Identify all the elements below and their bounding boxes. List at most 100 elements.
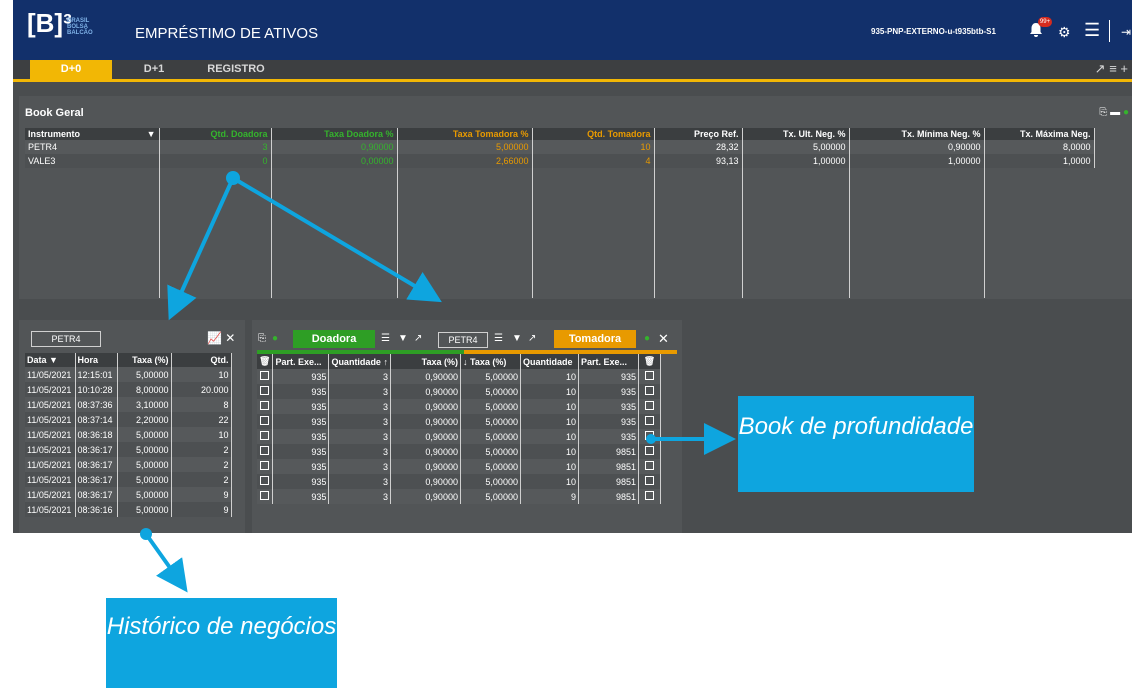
col-hora[interactable]: Hora bbox=[75, 353, 118, 367]
export-icon[interactable]: ⎘ bbox=[1099, 107, 1107, 118]
toggle-icon[interactable]: ● bbox=[272, 333, 278, 344]
row-checkbox[interactable] bbox=[638, 384, 661, 399]
col-taxa[interactable]: Taxa (%) bbox=[117, 353, 172, 367]
table-row[interactable]: 11/05/2021 08:37:14 2,20000 22 bbox=[25, 412, 232, 427]
checkbox-icon[interactable] bbox=[260, 461, 270, 470]
col-tx-max[interactable]: Tx. Máxima Neg. bbox=[984, 128, 1095, 140]
table-row[interactable]: 11/05/2021 12:15:01 5,00000 10 bbox=[25, 367, 232, 382]
checkbox-icon[interactable] bbox=[260, 431, 270, 440]
checkbox-icon[interactable] bbox=[260, 416, 270, 425]
checkbox-icon[interactable] bbox=[260, 491, 270, 500]
col-qtd[interactable]: Qtd. bbox=[171, 353, 232, 367]
row-checkbox[interactable] bbox=[638, 414, 661, 429]
col-instrumento[interactable]: Instrumento ▼ bbox=[25, 128, 160, 140]
add-icon[interactable]: + bbox=[1120, 61, 1128, 76]
filter-icon[interactable]: ▼ bbox=[398, 333, 408, 344]
checkbox-icon[interactable] bbox=[644, 476, 654, 485]
tab-registro[interactable]: REGISTRO bbox=[196, 60, 276, 79]
close-icon[interactable]: ✕ bbox=[225, 331, 235, 345]
chart-icon[interactable]: 📈 bbox=[207, 331, 222, 345]
tomadora-tab[interactable]: Tomadora bbox=[554, 330, 636, 348]
folder-icon[interactable]: ▬ bbox=[1110, 107, 1120, 118]
expand-icon[interactable]: ↗ bbox=[1095, 61, 1106, 76]
table-row[interactable]: 11/05/2021 08:36:16 5,00000 9 bbox=[25, 502, 232, 517]
checkbox-icon[interactable] bbox=[260, 446, 270, 455]
row-checkbox[interactable] bbox=[638, 489, 661, 504]
symbol-field[interactable]: PETR4 bbox=[438, 332, 488, 348]
table-row[interactable]: 935 3 0,90000 5,00000 10 935 bbox=[257, 384, 661, 399]
tab-d0[interactable]: D+0 bbox=[30, 60, 112, 79]
row-checkbox[interactable] bbox=[257, 489, 274, 504]
row-checkbox[interactable] bbox=[638, 399, 661, 414]
doadora-tab[interactable]: Doadora bbox=[293, 330, 375, 348]
checkbox-icon[interactable] bbox=[644, 386, 654, 395]
symbol-field[interactable]: PETR4 bbox=[31, 331, 101, 347]
checkbox-icon[interactable] bbox=[260, 476, 270, 485]
filter-icon[interactable]: ▼ bbox=[49, 355, 58, 365]
row-checkbox[interactable] bbox=[638, 429, 661, 444]
search-list-icon[interactable]: ☰ bbox=[381, 333, 390, 344]
col-part-exe[interactable]: Part. Exe... bbox=[272, 354, 330, 369]
col-qtd-tomadora[interactable]: Qtd. Tomadora bbox=[532, 128, 655, 140]
expand-icon[interactable]: ↗ bbox=[414, 333, 422, 344]
gear-icon[interactable]: ⚙ bbox=[1058, 24, 1071, 41]
search-list-icon[interactable]: ☰ bbox=[494, 333, 503, 344]
filter-icon[interactable]: ▼ bbox=[147, 129, 156, 139]
col-tx-ult[interactable]: Tx. Ult. Neg. % bbox=[742, 128, 850, 140]
row-checkbox[interactable] bbox=[257, 444, 274, 459]
table-row[interactable]: 935 3 0,90000 5,00000 10 9851 bbox=[257, 444, 661, 459]
export-icon[interactable]: ⎘ bbox=[258, 333, 266, 344]
row-checkbox[interactable] bbox=[257, 429, 274, 444]
row-checkbox[interactable] bbox=[257, 399, 274, 414]
row-checkbox[interactable] bbox=[638, 369, 661, 384]
checkbox-icon[interactable] bbox=[644, 416, 654, 425]
checkbox-icon[interactable] bbox=[260, 401, 270, 410]
table-row[interactable]: 935 3 0,90000 5,00000 10 9851 bbox=[257, 474, 661, 489]
col-data[interactable]: Data ▼ bbox=[25, 353, 76, 367]
menu-icon[interactable]: ☰ bbox=[1084, 21, 1100, 39]
table-row[interactable]: 11/05/2021 08:36:17 5,00000 2 bbox=[25, 457, 232, 472]
checkbox-icon[interactable] bbox=[260, 371, 270, 380]
table-row[interactable]: 11/05/2021 08:36:17 5,00000 2 bbox=[25, 472, 232, 487]
toggle-icon[interactable]: ● bbox=[1123, 107, 1129, 118]
col-tx-min[interactable]: Tx. Mínima Neg. % bbox=[849, 128, 985, 140]
table-row[interactable]: 935 3 0,90000 5,00000 10 935 bbox=[257, 414, 661, 429]
col-part-exe-tomadora[interactable]: Part. Exe... bbox=[578, 354, 639, 369]
row-checkbox[interactable] bbox=[257, 384, 274, 399]
table-row[interactable]: 11/05/2021 08:37:36 3,10000 8 bbox=[25, 397, 232, 412]
trash-icon[interactable]: 🗑 bbox=[638, 354, 661, 369]
table-row[interactable]: PETR4 3 0,90000 5,00000 10 28,32 5,00000… bbox=[25, 140, 1095, 154]
table-row[interactable]: 935 3 0,90000 5,00000 10 9851 bbox=[257, 459, 661, 474]
table-row[interactable]: 11/05/2021 10:10:28 8,00000 20.000 bbox=[25, 382, 232, 397]
row-checkbox[interactable] bbox=[257, 474, 274, 489]
trash-icon[interactable]: 🗑 bbox=[257, 354, 274, 369]
table-row[interactable]: 935 3 0,90000 5,00000 10 935 bbox=[257, 429, 661, 444]
expand-icon[interactable]: ↗ bbox=[528, 333, 536, 344]
toggle-icon[interactable]: ● bbox=[644, 333, 650, 344]
checkbox-icon[interactable] bbox=[644, 491, 654, 500]
row-checkbox[interactable] bbox=[257, 414, 274, 429]
col-qtd-doadora[interactable]: Qtd. Doadora bbox=[159, 128, 272, 140]
col-preco-ref[interactable]: Preço Ref. bbox=[654, 128, 743, 140]
checkbox-icon[interactable] bbox=[644, 461, 654, 470]
filter-icon[interactable]: ▼ bbox=[512, 333, 522, 344]
col-quantidade[interactable]: Quantidade ↑ bbox=[328, 354, 391, 369]
tab-d1[interactable]: D+1 bbox=[132, 60, 176, 79]
checkbox-icon[interactable] bbox=[644, 401, 654, 410]
col-quantidade-tomadora[interactable]: Quantidade bbox=[520, 354, 579, 369]
logout-icon[interactable]: ⇥ bbox=[1121, 25, 1131, 39]
checkbox-icon[interactable] bbox=[644, 431, 654, 440]
table-row[interactable]: 11/05/2021 08:36:18 5,00000 10 bbox=[25, 427, 232, 442]
list-icon[interactable]: ≡ bbox=[1109, 61, 1117, 76]
row-checkbox[interactable] bbox=[638, 444, 661, 459]
col-taxa-tomadora[interactable]: Taxa Tomadora % bbox=[397, 128, 533, 140]
col-taxa-doadora[interactable]: Taxa (%) bbox=[390, 354, 461, 369]
row-checkbox[interactable] bbox=[257, 369, 274, 384]
row-checkbox[interactable] bbox=[638, 459, 661, 474]
checkbox-icon[interactable] bbox=[644, 446, 654, 455]
col-taxa-tomadora[interactable]: ↓ Taxa (%) bbox=[460, 354, 521, 369]
table-row[interactable]: 11/05/2021 08:36:17 5,00000 9 bbox=[25, 487, 232, 502]
row-checkbox[interactable] bbox=[257, 459, 274, 474]
table-row[interactable]: 935 3 0,90000 5,00000 10 935 bbox=[257, 399, 661, 414]
table-row[interactable]: 935 3 0,90000 5,00000 10 935 bbox=[257, 369, 661, 384]
